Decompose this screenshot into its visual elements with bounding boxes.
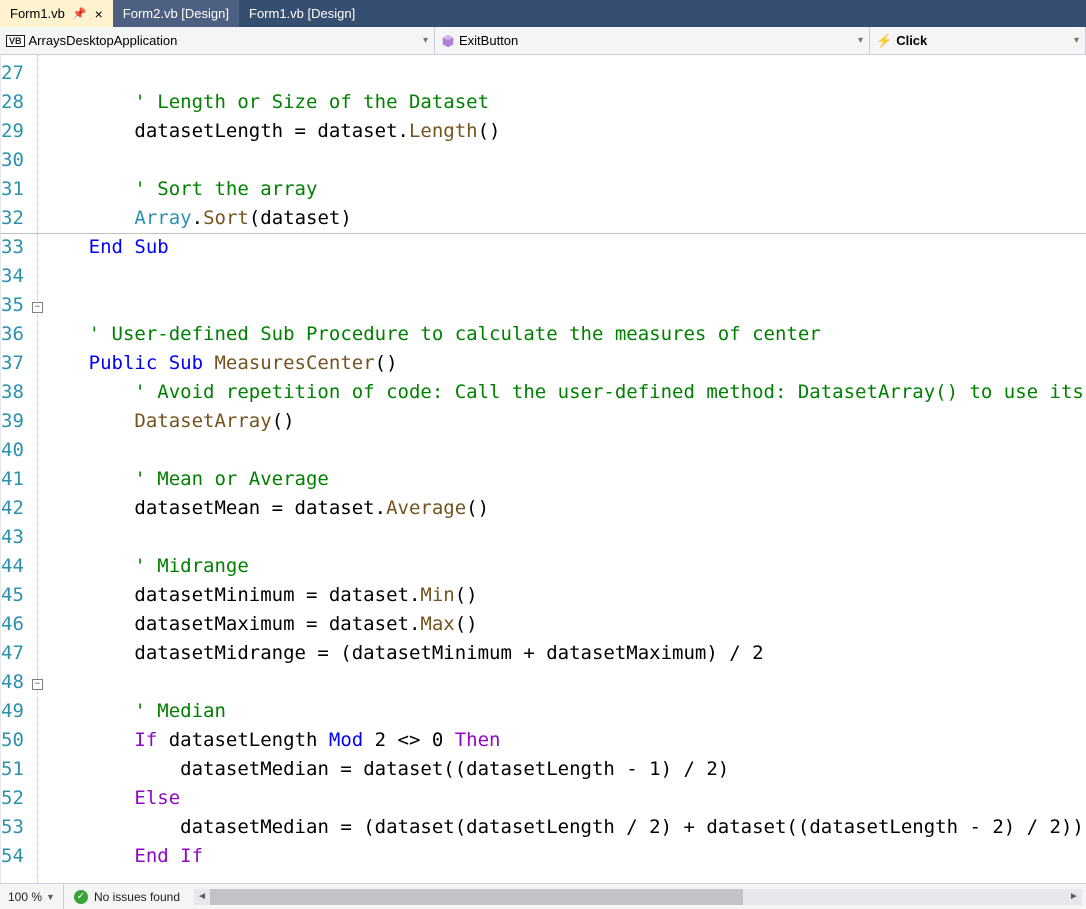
code-text: Sort [203, 207, 249, 229]
code-text: ' Sort the array [134, 178, 317, 200]
tab-label: Form1.vb [Design] [249, 6, 355, 21]
event-text: Click [896, 33, 927, 48]
close-icon[interactable]: × [95, 7, 103, 21]
code-text: DatasetArray [134, 410, 271, 432]
lightning-icon: ⚡ [876, 33, 892, 49]
code-text: Then [455, 729, 501, 751]
outlining-margin[interactable]: −− [32, 55, 43, 883]
code-text: Min [420, 584, 454, 606]
code-text: () [466, 497, 489, 519]
code-text: End If [134, 845, 203, 867]
tab-label: Form2.vb [Design] [123, 6, 229, 21]
code-text: Max [420, 613, 454, 635]
code-text: () [478, 120, 501, 142]
chevron-down-icon: ▾ [858, 35, 863, 46]
pin-icon[interactable]: 📌 [73, 7, 87, 20]
tab-form2-design[interactable]: Form2.vb [Design] [113, 0, 239, 27]
code-text: Length [409, 120, 478, 142]
chevron-down-icon: ▾ [1074, 35, 1079, 46]
code-text: () [455, 584, 478, 606]
code-text: datasetMean = dataset. [134, 497, 386, 519]
tab-label: Form1.vb [10, 6, 65, 21]
code-text: () [455, 613, 478, 635]
chevron-down-icon: ▾ [423, 35, 428, 46]
zoom-text: 100 % [8, 890, 42, 904]
scroll-right-arrow[interactable]: ► [1066, 889, 1082, 905]
fold-toggle[interactable]: − [32, 302, 43, 313]
code-text: MeasuresCenter [203, 352, 375, 374]
code-text: Mod [329, 729, 363, 751]
document-tabs: Form1.vb 📌 × Form2.vb [Design] Form1.vb … [0, 0, 1086, 27]
member-text: ExitButton [459, 33, 518, 48]
code-text: Public Sub [89, 352, 203, 374]
code-text: datasetLength = dataset. [134, 120, 409, 142]
navigation-bar: VB ArraysDesktopApplication ▾ ExitButton… [0, 27, 1086, 55]
vb-icon: VB [6, 35, 25, 47]
method-icon [441, 34, 455, 48]
tab-form1-vb[interactable]: Form1.vb 📌 × [0, 0, 113, 27]
code-text: () [375, 352, 398, 374]
code-text: (dataset) [249, 207, 352, 229]
tab-form1-design[interactable]: Form1.vb [Design] [239, 0, 365, 27]
code-text: () [272, 410, 295, 432]
code-text: datasetMedian = dataset((datasetLength -… [180, 758, 729, 780]
code-text: . [192, 207, 203, 229]
code-text: datasetMinimum = dataset. [134, 584, 420, 606]
code-text: ' Median [134, 700, 226, 722]
code-text: datasetMaximum = dataset. [134, 613, 420, 635]
status-bar: 100 % ▼ ✓ No issues found ◄ ► [0, 883, 1086, 909]
code-text: datasetLength [157, 729, 329, 751]
code-text: ' Mean or Average [134, 468, 328, 490]
scroll-left-arrow[interactable]: ◄ [194, 889, 210, 905]
code-surface[interactable]: ' Length or Size of the Dataset datasetL… [43, 55, 1086, 883]
code-editor[interactable]: 2728293031323334353637383940414243444546… [0, 55, 1086, 883]
code-text: Else [134, 787, 180, 809]
code-text: ' Length or Size of the Dataset [134, 91, 489, 113]
code-text: Average [386, 497, 466, 519]
event-dropdown[interactable]: ⚡ Click ▾ [870, 27, 1086, 54]
code-text: ' User-defined Sub Procedure to calculat… [89, 323, 821, 345]
member-dropdown[interactable]: ExitButton ▾ [435, 27, 870, 54]
scope-dropdown[interactable]: VB ArraysDesktopApplication ▾ [0, 27, 435, 54]
fold-toggle[interactable]: − [32, 679, 43, 690]
code-text: End Sub [89, 236, 169, 258]
code-text: ' Midrange [134, 555, 248, 577]
chevron-down-icon: ▼ [46, 892, 55, 902]
code-text: If [134, 729, 157, 751]
code-text: datasetMedian = (dataset(datasetLength /… [180, 816, 1086, 838]
code-text: datasetMidrange = (datasetMinimum + data… [134, 642, 763, 664]
scope-text: ArraysDesktopApplication [29, 33, 178, 48]
code-text: Array [134, 207, 191, 229]
error-status[interactable]: ✓ No issues found [64, 890, 190, 904]
check-circle-icon: ✓ [74, 890, 88, 904]
code-text: ' Avoid repetition of code: Call the use… [134, 381, 1086, 403]
scroll-thumb[interactable] [210, 889, 743, 905]
status-text: No issues found [94, 890, 180, 904]
method-separator [0, 233, 1086, 234]
zoom-level[interactable]: 100 % ▼ [0, 884, 64, 909]
line-number-gutter: 2728293031323334353637383940414243444546… [1, 55, 32, 883]
code-text: 2 <> 0 [363, 729, 455, 751]
horizontal-scrollbar[interactable]: ◄ ► [190, 884, 1086, 909]
